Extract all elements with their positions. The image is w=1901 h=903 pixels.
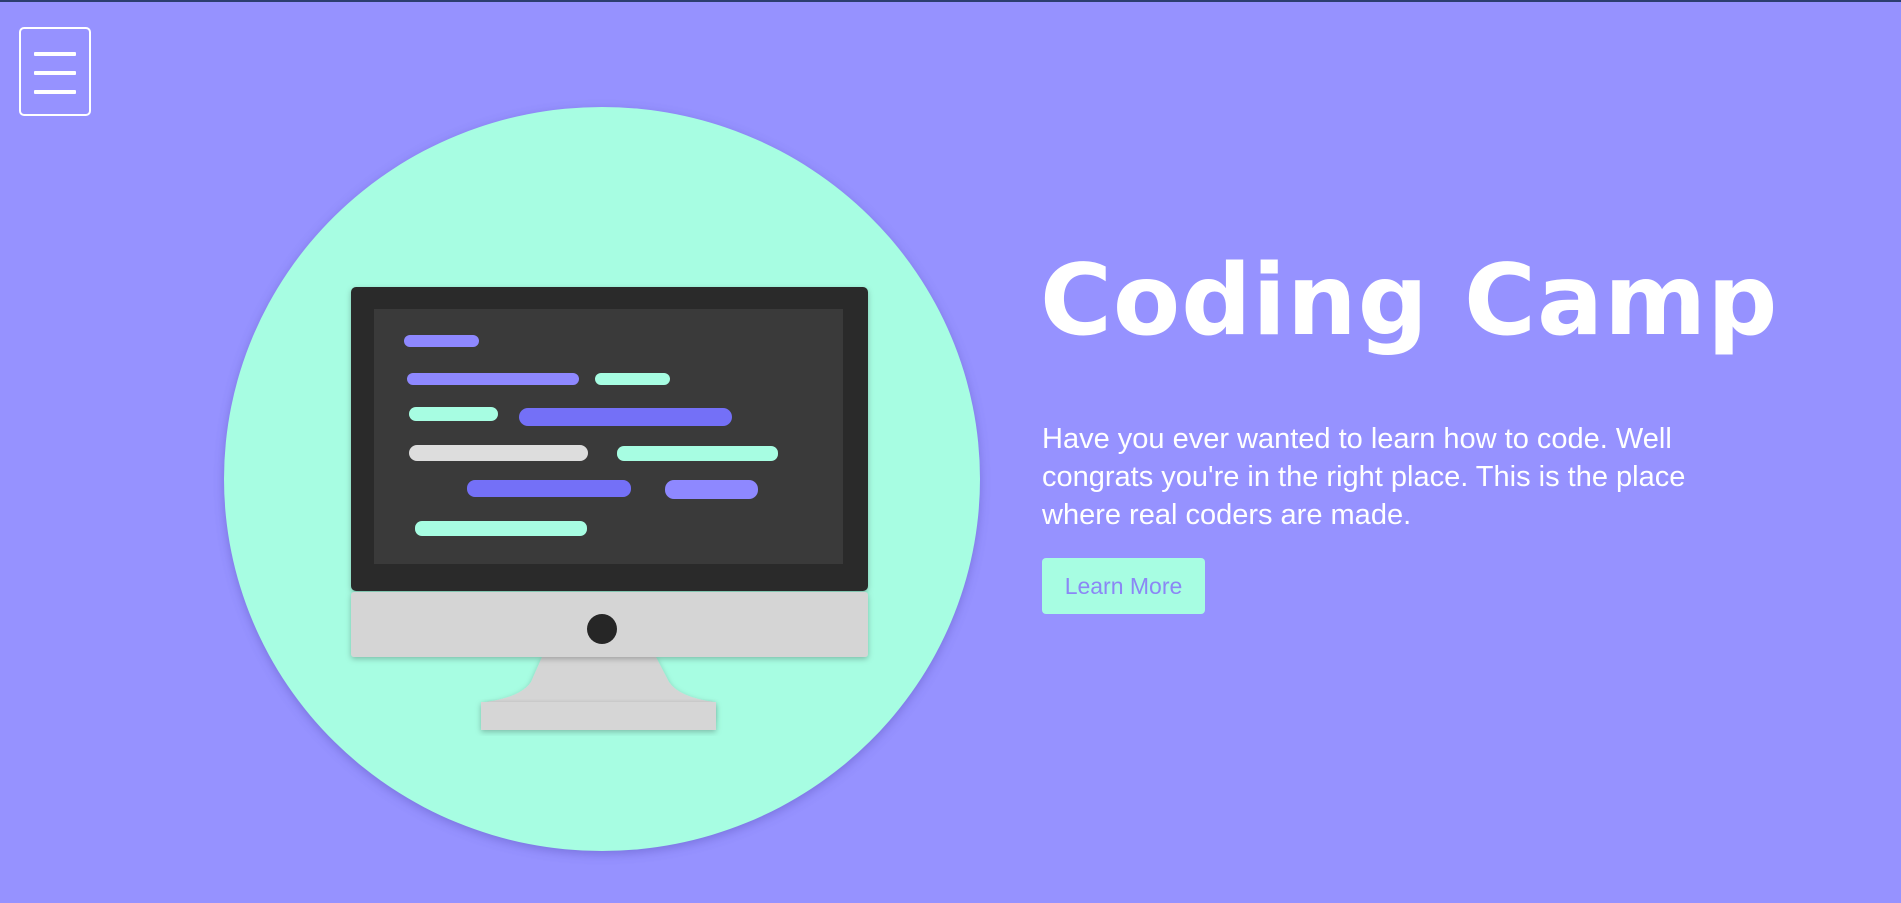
learn-more-button[interactable]: Learn More bbox=[1042, 558, 1205, 614]
code-line bbox=[467, 480, 631, 497]
hamburger-menu-icon-bar-top bbox=[34, 52, 76, 56]
top-border-line bbox=[0, 0, 1901, 2]
hero-description: Have you ever wanted to learn how to cod… bbox=[1042, 423, 1686, 531]
monitor-illustration bbox=[351, 287, 868, 730]
code-line bbox=[409, 445, 588, 461]
code-line bbox=[415, 521, 587, 536]
hamburger-menu-icon-bar-bottom bbox=[34, 90, 76, 94]
monitor-base bbox=[481, 702, 716, 730]
code-line bbox=[407, 373, 579, 385]
hero-title: Coding Camp bbox=[1040, 244, 1779, 358]
hamburger-menu-icon-bar-middle bbox=[34, 71, 76, 75]
code-line bbox=[617, 446, 778, 461]
monitor-camera-dot bbox=[587, 614, 617, 644]
hamburger-menu-button[interactable] bbox=[19, 27, 91, 116]
code-line bbox=[595, 373, 670, 385]
code-line bbox=[519, 408, 732, 426]
code-line bbox=[665, 480, 758, 499]
code-line bbox=[409, 407, 498, 421]
code-line bbox=[404, 335, 479, 347]
